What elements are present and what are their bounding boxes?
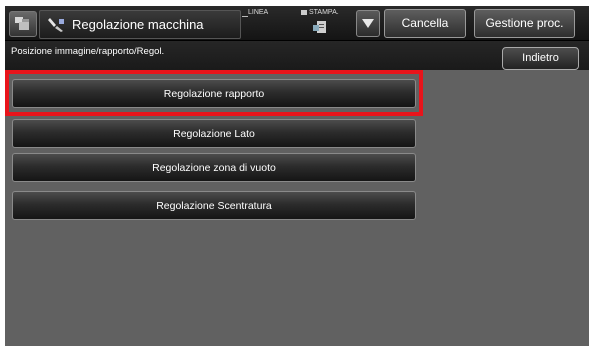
status-linea: LINEA: [241, 9, 269, 17]
path-bar: Posizione immagine/rapporto/Regol. Indie…: [5, 41, 589, 70]
menu-item-regolazione-scentratura[interactable]: Regolazione Scentratura: [12, 191, 416, 220]
tool-icon: [47, 16, 67, 38]
back-button[interactable]: Indietro: [502, 47, 579, 70]
print-status-icon: [312, 19, 328, 40]
machine-mode-icon[interactable]: [9, 11, 37, 37]
machine-screen: Regolazione macchina LINEA STAMPA. Cance…: [5, 6, 589, 346]
status-area: LINEA STAMPA.: [241, 8, 353, 40]
menu-item-regolazione-lato[interactable]: Regolazione Lato: [12, 119, 416, 148]
screen-title-tab: Regolazione macchina: [39, 10, 241, 39]
dropdown-arrow-icon: [362, 19, 374, 28]
dropdown-button[interactable]: [356, 10, 380, 37]
job-manager-button[interactable]: Gestione proc.: [474, 9, 575, 38]
menu-item-regolazione-rapporto[interactable]: Regolazione rapporto: [12, 79, 416, 108]
menu-item-regolazione-zona-vuoto[interactable]: Regolazione zona di vuoto: [12, 153, 416, 182]
status-stampa: STAMPA.: [301, 9, 339, 16]
top-bar: Regolazione macchina LINEA STAMPA. Cance…: [5, 6, 589, 41]
screen-title: Regolazione macchina: [72, 17, 204, 32]
cancel-button[interactable]: Cancella: [384, 9, 466, 38]
breadcrumb: Posizione immagine/rapporto/Regol.: [11, 46, 165, 57]
